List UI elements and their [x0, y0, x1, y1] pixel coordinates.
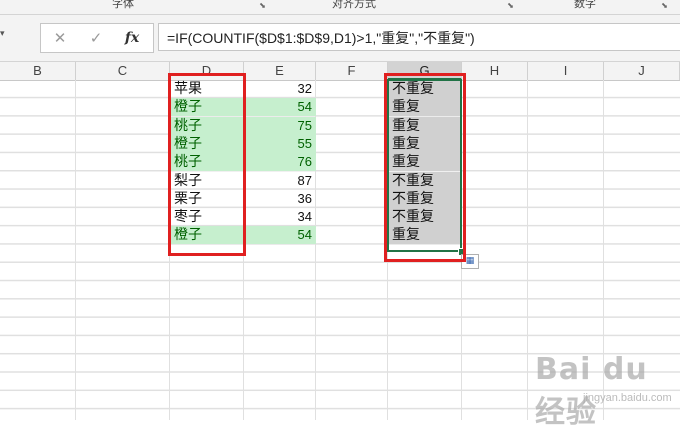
ribbon-group-strip: 字体 ⬊ 对齐方式 ⬊ 数字 ⬊ [0, 0, 680, 15]
annotation-box-column-d [168, 73, 246, 256]
spreadsheet-window: 字体 ⬊ 对齐方式 ⬊ 数字 ⬊ ▾ ✕ ✓ fx =IF(COUNTIF($D… [0, 0, 680, 430]
cell-e3[interactable]: 75 [244, 116, 316, 135]
column-header-row: B C D E F G H I J [0, 62, 680, 81]
cell-e5[interactable]: 76 [244, 153, 316, 172]
column-header-e[interactable]: E [244, 62, 316, 80]
column-header-c[interactable]: C [76, 62, 170, 80]
cell-e6[interactable]: 87 [244, 172, 316, 190]
cell-e8[interactable]: 34 [244, 208, 316, 226]
enter-check-icon[interactable]: ✓ [85, 27, 107, 49]
cell-e9[interactable]: 54 [244, 226, 316, 245]
watermark: Bai du 经验 jingyan.baidu.com [505, 350, 675, 430]
name-box-dropdown-icon[interactable]: ▾ [0, 29, 5, 39]
column-header-j[interactable]: J [604, 62, 680, 80]
cell-e7[interactable]: 36 [244, 190, 316, 208]
grid-line [75, 80, 76, 420]
dialog-launcher-icon[interactable]: ⬊ [660, 1, 669, 10]
column-header-f[interactable]: F [316, 62, 388, 80]
ribbon-group-number: 数字 [574, 0, 596, 10]
dialog-launcher-icon[interactable]: ⬊ [506, 1, 515, 10]
dialog-launcher-icon[interactable]: ⬊ [258, 1, 267, 10]
watermark-url: jingyan.baidu.com [583, 392, 672, 404]
ribbon-group-font: 字体 [112, 0, 134, 10]
column-header-h[interactable]: H [462, 62, 528, 80]
column-header-i[interactable]: I [528, 62, 604, 80]
formula-input[interactable]: =IF(COUNTIF($D$1:$D$9,D1)>1,"重复","不重复") [158, 23, 680, 51]
ribbon-group-alignment: 对齐方式 [332, 0, 376, 10]
cancel-icon[interactable]: ✕ [49, 27, 71, 49]
cell-e2[interactable]: 54 [244, 98, 316, 117]
insert-function-button[interactable]: fx [121, 27, 143, 49]
annotation-box-column-g [384, 73, 466, 262]
cell-e4[interactable]: 55 [244, 134, 316, 153]
formula-bar: ▾ ✕ ✓ fx =IF(COUNTIF($D$1:$D$9,D1)>1,"重复… [0, 15, 680, 62]
formula-controls: ✕ ✓ fx [40, 23, 154, 53]
column-header-b[interactable]: B [0, 62, 76, 80]
cell-e1[interactable]: 32 [244, 80, 316, 98]
